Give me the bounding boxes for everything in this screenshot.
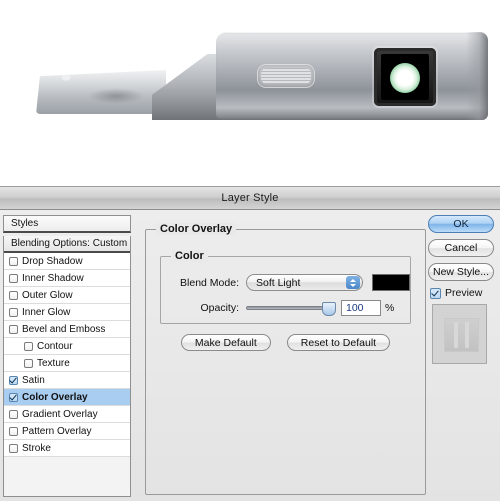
opacity-slider-thumb[interactable]	[322, 302, 336, 316]
style-row-contour[interactable]: Contour	[4, 338, 130, 355]
preview-checkbox[interactable]	[430, 287, 441, 299]
preview-label: Preview	[445, 287, 483, 299]
reset-to-default-button[interactable]: Reset to Default	[286, 334, 391, 351]
style-row-label: Drop Shadow	[22, 255, 83, 267]
device-lens-frame	[374, 48, 436, 106]
styles-header-label: Styles	[11, 218, 39, 229]
blending-options-row[interactable]: Blending Options: Custom	[4, 236, 130, 253]
opacity-value: 100	[346, 301, 364, 314]
style-checkbox[interactable]	[9, 290, 18, 300]
style-row-satin[interactable]: Satin	[4, 372, 130, 389]
style-row-label: Stroke	[22, 442, 51, 454]
style-row-label: Blending Options: Custom	[11, 238, 128, 249]
color-overlay-group-title: Color Overlay	[156, 223, 237, 235]
device-grill	[257, 64, 315, 88]
style-row-bevel-and-emboss[interactable]: Bevel and Emboss	[4, 321, 130, 338]
blend-mode-label: Blend Mode:	[180, 276, 239, 289]
style-row-label: Pattern Overlay	[22, 425, 92, 437]
effect-settings-panel: Color Overlay Color Blend Mode: Soft Lig…	[140, 215, 428, 497]
style-row-label: Satin	[22, 374, 45, 386]
dialog-button-column: OK Cancel New Style... Preview	[428, 215, 500, 497]
blend-mode-row: Blend Mode: Soft Light	[161, 274, 410, 291]
style-row-label: Bevel and Emboss	[22, 323, 106, 335]
style-row-texture[interactable]: Texture	[4, 355, 130, 372]
color-swatch-button[interactable]	[372, 274, 410, 291]
opacity-unit: %	[385, 301, 395, 314]
cancel-button[interactable]: Cancel	[428, 239, 494, 257]
ok-button[interactable]: OK	[428, 215, 494, 233]
preview-toggle[interactable]: Preview	[430, 287, 500, 299]
color-subgroup-title: Color	[171, 250, 208, 262]
style-checkbox[interactable]	[9, 375, 18, 385]
style-checkbox[interactable]	[24, 341, 33, 351]
style-row-label: Inner Glow	[22, 306, 71, 318]
opacity-row: Opacity: 100 %	[161, 299, 410, 316]
dialog-title: Layer Style	[221, 192, 279, 204]
style-row-drop-shadow[interactable]: Drop Shadow	[4, 253, 130, 270]
defaults-button-row: Make Default Reset to Default	[146, 334, 425, 351]
dialog-titlebar[interactable]: Layer Style	[0, 186, 500, 210]
style-row-label: Outer Glow	[22, 289, 73, 301]
opacity-label: Opacity:	[200, 301, 239, 314]
styles-panel: Styles Blending Options: Custom Drop Shad…	[3, 215, 131, 497]
dialog-body: Styles Blending Options: Custom Drop Shad…	[0, 210, 500, 501]
style-row-pattern-overlay[interactable]: Pattern Overlay	[4, 423, 130, 440]
styles-list-empty-area	[4, 457, 130, 496]
opacity-slider-track	[246, 306, 334, 310]
styles-panel-header: Styles	[3, 215, 131, 233]
style-checkbox[interactable]	[9, 426, 18, 436]
device-highlight-dot	[62, 75, 70, 80]
color-subgroup: Color Blend Mode: Soft Light Opacity: 10…	[160, 250, 411, 324]
metallic-device-photo	[36, 26, 488, 126]
layer-style-dialog: Layer Style Styles Blending Options: Cus…	[0, 186, 500, 501]
screen-root: Layer Style Styles Blending Options: Cus…	[0, 0, 500, 501]
style-row-label: Contour	[37, 340, 73, 352]
style-checkbox[interactable]	[9, 256, 18, 266]
device-lens-inner	[381, 54, 429, 100]
style-row-label: Texture	[37, 357, 70, 369]
style-checkbox[interactable]	[9, 324, 18, 334]
opacity-input[interactable]: 100	[341, 299, 381, 316]
style-checkbox[interactable]	[9, 307, 18, 317]
style-row-label: Inner Shadow	[22, 272, 84, 284]
style-row-label: Color Overlay	[22, 391, 88, 403]
style-checkbox[interactable]	[9, 273, 18, 283]
style-checkbox[interactable]	[24, 358, 33, 368]
style-row-inner-glow[interactable]: Inner Glow	[4, 304, 130, 321]
style-checkbox[interactable]	[9, 409, 18, 419]
blend-mode-value: Soft Light	[256, 276, 301, 289]
style-row-stroke[interactable]: Stroke	[4, 440, 130, 457]
blend-mode-select[interactable]: Soft Light	[246, 274, 364, 291]
style-row-outer-glow[interactable]: Outer Glow	[4, 287, 130, 304]
preview-thumbnail	[432, 304, 487, 364]
opacity-slider[interactable]	[246, 299, 336, 316]
preview-thumbnail-image	[444, 318, 479, 352]
style-checkbox[interactable]	[9, 443, 18, 453]
make-default-button[interactable]: Make Default	[180, 334, 271, 351]
style-checkbox[interactable]	[9, 392, 18, 402]
document-canvas	[0, 0, 500, 186]
device-lens-glow	[390, 62, 420, 93]
device-shadow-smudge	[88, 88, 144, 104]
style-row-gradient-overlay[interactable]: Gradient Overlay	[4, 406, 130, 423]
new-style-button[interactable]: New Style...	[428, 263, 494, 281]
style-row-inner-shadow[interactable]: Inner Shadow	[4, 270, 130, 287]
style-row-label: Gradient Overlay	[22, 408, 98, 420]
chevron-updown-icon	[346, 276, 361, 289]
styles-list[interactable]: Blending Options: Custom Drop Shadow Inner…	[3, 236, 131, 497]
style-row-color-overlay[interactable]: Color Overlay	[4, 389, 130, 406]
color-overlay-group: Color Overlay Color Blend Mode: Soft Lig…	[145, 223, 426, 495]
